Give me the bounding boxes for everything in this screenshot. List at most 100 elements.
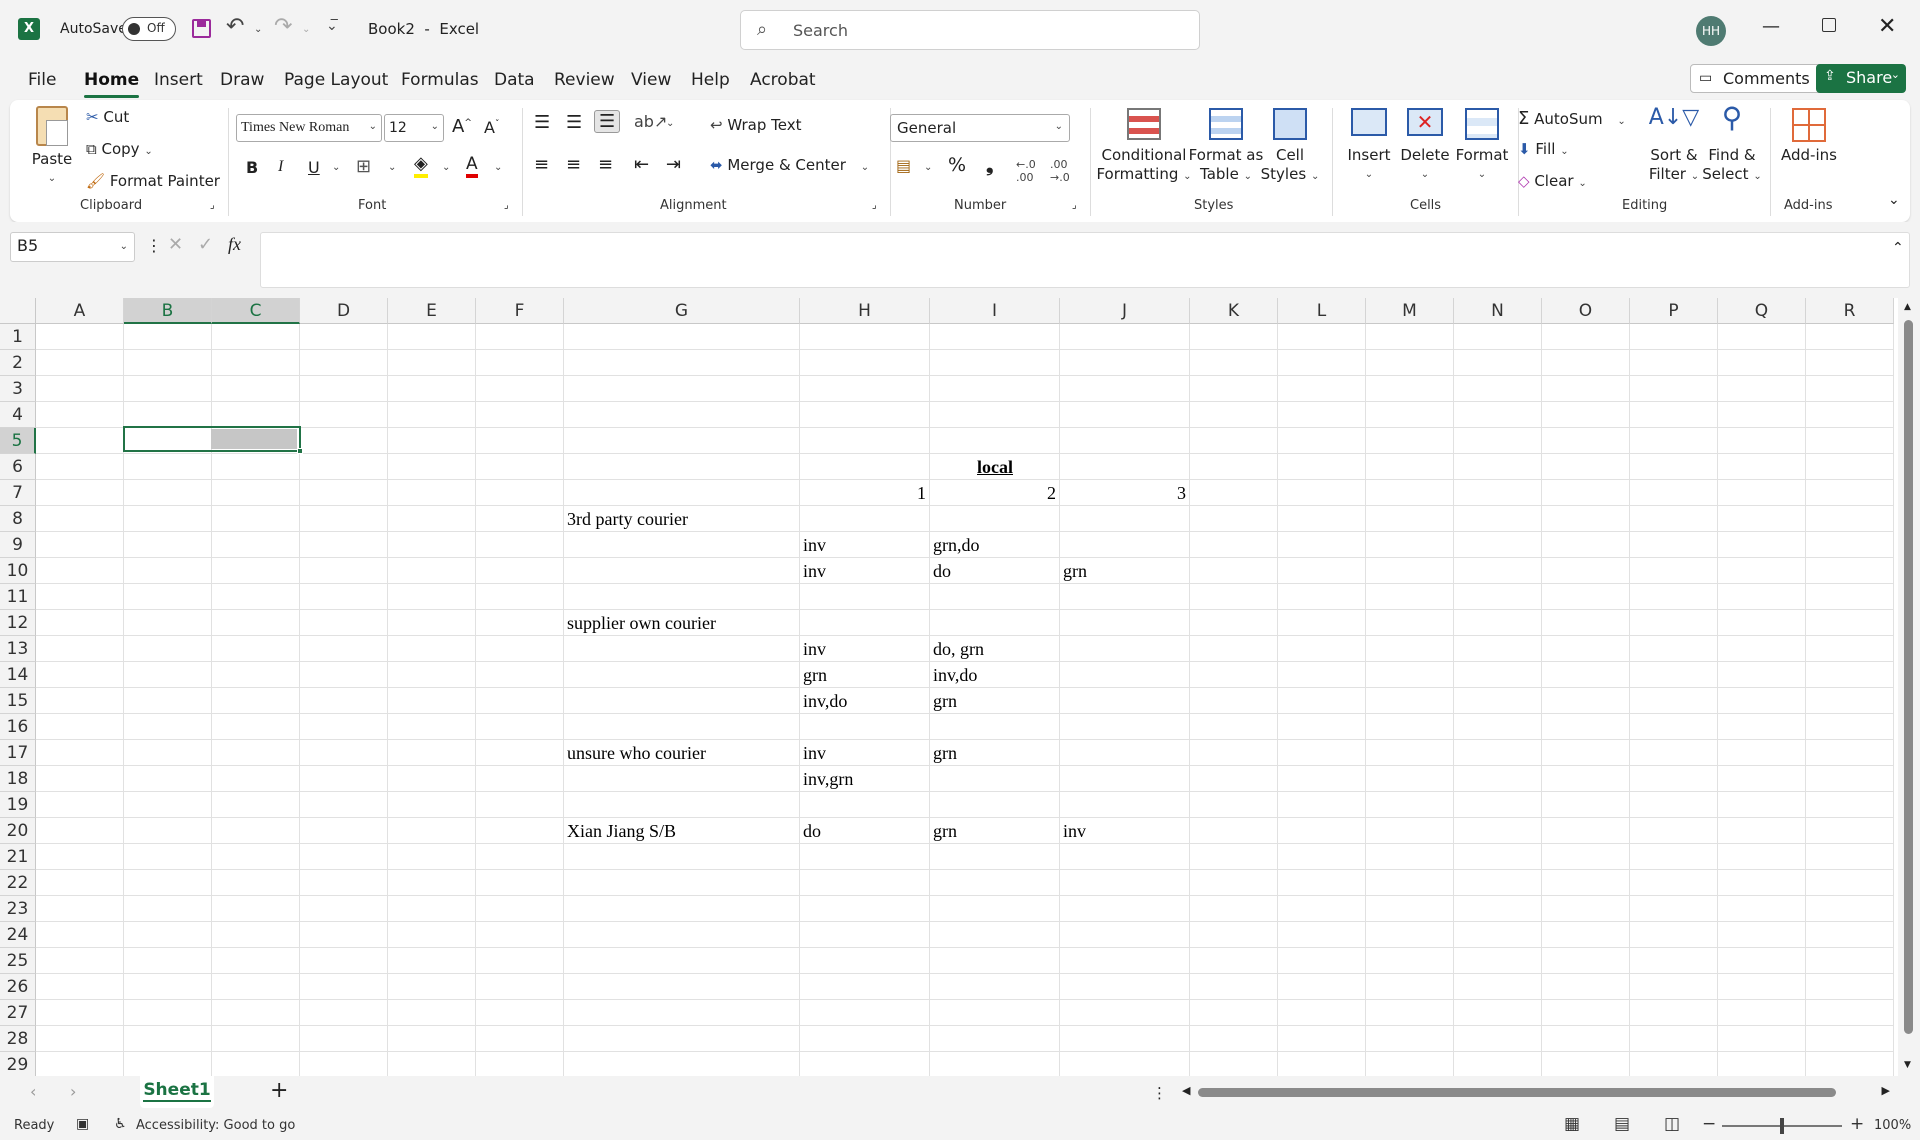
row-header-4[interactable]: 4 (0, 402, 36, 428)
share-button[interactable]: ⇪ Share ⌄ (1816, 64, 1906, 93)
cancel-entry-icon[interactable]: ✕ (168, 234, 183, 255)
tab-help[interactable]: Help (691, 70, 730, 90)
save-icon[interactable] (192, 19, 211, 38)
column-header-p[interactable]: P (1630, 298, 1718, 324)
row-header-29[interactable]: 29 (0, 1052, 36, 1076)
italic-button[interactable]: I (278, 158, 283, 176)
fill-handle[interactable] (297, 448, 303, 454)
cell-h13[interactable]: inv (803, 636, 826, 662)
row-header-18[interactable]: 18 (0, 766, 36, 792)
cell-i17[interactable]: grn (933, 740, 957, 766)
cell-j7[interactable]: 3 (1060, 480, 1186, 506)
page-layout-view-icon[interactable]: ▤ (1614, 1114, 1630, 1134)
cell-h18[interactable]: inv,grn (803, 766, 853, 792)
scroll-left-icon[interactable]: ◀ (1182, 1084, 1190, 1097)
cell-i9[interactable]: grn,do (933, 532, 980, 558)
row-header-7[interactable]: 7 (0, 480, 36, 506)
cell-i13[interactable]: do, grn (933, 636, 984, 662)
cell-i10[interactable]: do (933, 558, 951, 584)
increase-decimal-icon[interactable]: ←.0.00 (1016, 158, 1036, 184)
horizontal-scrollbar[interactable]: ◀ ▶ (1178, 1082, 1894, 1102)
add-sheet-icon[interactable]: + (270, 1078, 288, 1103)
column-header-o[interactable]: O (1542, 298, 1630, 324)
font-name-select[interactable]: Times New Roman ⌄ (236, 114, 382, 142)
row-header-21[interactable]: 21 (0, 844, 36, 870)
sheet-tab-sheet1[interactable]: Sheet1 (140, 1076, 214, 1108)
decrease-font-icon[interactable]: Aˇ (484, 118, 499, 137)
align-bottom-icon[interactable]: ☰ (594, 110, 621, 133)
column-header-i[interactable]: I (930, 298, 1060, 324)
undo-icon[interactable]: ↶ (226, 14, 244, 39)
column-header-l[interactable]: L (1278, 298, 1366, 324)
cell-i6[interactable]: local (930, 454, 1060, 480)
column-header-k[interactable]: K (1190, 298, 1278, 324)
column-header-q[interactable]: Q (1718, 298, 1806, 324)
fill-color-icon[interactable]: ◈ (414, 154, 428, 178)
cell-j10[interactable]: grn (1063, 558, 1087, 584)
column-header-h[interactable]: H (800, 298, 930, 324)
normal-view-icon[interactable]: ▦ (1564, 1114, 1580, 1134)
row-header-9[interactable]: 9 (0, 532, 36, 558)
row-header-12[interactable]: 12 (0, 610, 36, 636)
tab-data[interactable]: Data (494, 70, 535, 90)
row-header-13[interactable]: 13 (0, 636, 36, 662)
vertical-scrollbar-track[interactable]: ▲ ▼ (1898, 298, 1920, 1076)
font-launcher-icon[interactable]: ⌟ (504, 200, 509, 211)
zoom-level[interactable]: 100% (1874, 1118, 1911, 1133)
accounting-icon[interactable]: ▤ (896, 156, 911, 175)
user-avatar[interactable]: HH (1696, 16, 1726, 46)
column-header-a[interactable]: A (36, 298, 124, 324)
tab-draw[interactable]: Draw (220, 70, 264, 90)
comma-icon[interactable]: ❟ (986, 154, 993, 176)
accessibility-icon[interactable]: ♿ (114, 1116, 127, 1132)
row-header-28[interactable]: 28 (0, 1026, 36, 1052)
cell-h14[interactable]: grn (803, 662, 827, 688)
scroll-down-icon[interactable]: ▼ (1904, 1060, 1911, 1070)
cell-g17[interactable]: unsure who courier (567, 740, 706, 766)
increase-indent-icon[interactable]: ⇥ (666, 154, 681, 175)
column-header-e[interactable]: E (388, 298, 476, 324)
cell-i7[interactable]: 2 (930, 480, 1056, 506)
cell-h20[interactable]: do (803, 818, 821, 844)
restore-icon[interactable] (1822, 18, 1836, 32)
column-header-b[interactable]: B (124, 298, 212, 324)
column-header-j[interactable]: J (1060, 298, 1190, 324)
column-header-n[interactable]: N (1454, 298, 1542, 324)
clipboard-launcher-icon[interactable]: ⌟ (210, 200, 215, 211)
vertical-scroll-thumb[interactable] (1904, 320, 1913, 1034)
tab-view[interactable]: View (631, 70, 671, 90)
row-header-14[interactable]: 14 (0, 662, 36, 688)
expand-formula-icon[interactable]: ⌃ (1892, 240, 1904, 256)
accounting-dropdown-icon[interactable]: ⌄ (924, 162, 932, 173)
page-break-view-icon[interactable]: ◫ (1664, 1114, 1680, 1134)
formula-input[interactable] (260, 232, 1910, 288)
tab-page-layout[interactable]: Page Layout (284, 70, 388, 90)
more-options-icon[interactable]: ⋮ (146, 236, 162, 255)
accessibility-status[interactable]: Accessibility: Good to go (136, 1118, 295, 1133)
clear-button[interactable]: ◇ Clear ⌄ (1518, 172, 1587, 190)
row-header-10[interactable]: 10 (0, 558, 36, 584)
tab-review[interactable]: Review (554, 70, 615, 90)
column-header-f[interactable]: F (476, 298, 564, 324)
customize-toolbar-icon[interactable]: ⌄̅ (326, 18, 338, 34)
cell-styles-button[interactable]: Cell Styles ⌄ (1258, 108, 1322, 186)
row-header-6[interactable]: 6 (0, 454, 36, 480)
font-color-dropdown-icon[interactable]: ⌄ (494, 162, 502, 173)
format-cells-button[interactable]: Format ⌄ (1454, 108, 1510, 184)
autosum-button[interactable]: Σ AutoSum ⌄ (1518, 108, 1626, 129)
undo-dropdown-icon[interactable]: ⌄ (254, 24, 262, 35)
add-ins-button[interactable]: Add-ins (1778, 108, 1840, 165)
row-header-15[interactable]: 15 (0, 688, 36, 714)
number-format-select[interactable]: General ⌄ (890, 114, 1070, 142)
row-header-22[interactable]: 22 (0, 870, 36, 896)
alignment-launcher-icon[interactable]: ⌟ (872, 200, 877, 211)
row-header-8[interactable]: 8 (0, 506, 36, 532)
minimize-icon[interactable]: — (1762, 16, 1780, 37)
column-header-d[interactable]: D (300, 298, 388, 324)
next-sheet-icon[interactable]: › (70, 1082, 76, 1101)
row-header-16[interactable]: 16 (0, 714, 36, 740)
orientation-icon[interactable]: ab↗ (634, 112, 667, 131)
align-center-icon[interactable]: ≡ (566, 154, 581, 175)
cell-h7[interactable]: 1 (800, 480, 926, 506)
tab-acrobat[interactable]: Acrobat (750, 70, 816, 90)
